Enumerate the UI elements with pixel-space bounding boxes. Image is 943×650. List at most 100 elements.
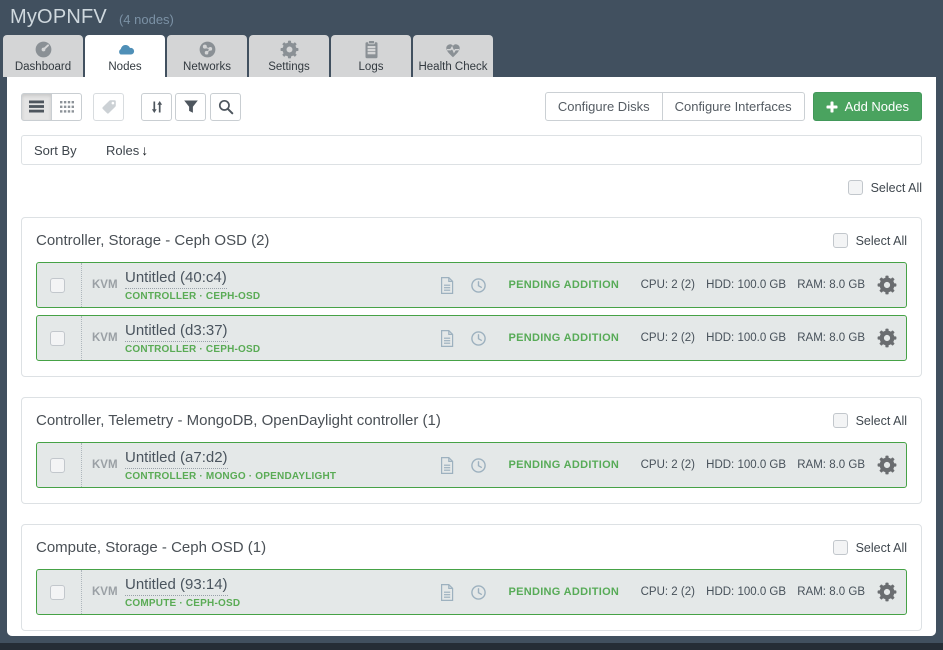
- environment-title: MyOPNFV: [10, 6, 107, 29]
- cpu-stat: CPU: 2 (2): [641, 332, 695, 344]
- select-all-label: Select All: [856, 541, 907, 555]
- environment-header: MyOPNFV (4 nodes): [0, 0, 943, 35]
- history-icon[interactable]: [470, 277, 487, 294]
- node-checkbox[interactable]: [50, 331, 65, 346]
- clipboard-icon: [363, 40, 380, 59]
- node-row[interactable]: KVM Untitled (d3:37) CONTROLLER · CEPH-O…: [36, 315, 907, 361]
- group-title: Compute, Storage - Ceph OSD (1): [36, 539, 266, 556]
- node-count: (4 nodes): [119, 12, 174, 27]
- node-details-icon[interactable]: [439, 583, 455, 602]
- history-icon[interactable]: [470, 584, 487, 601]
- tab-dashboard[interactable]: Dashboard: [3, 35, 83, 77]
- node-stats: CPU: 2 (2) HDD: 100.0 GB RAM: 8.0 GB: [641, 332, 865, 344]
- divider: [81, 443, 82, 487]
- tab-label: Health Check: [418, 61, 487, 73]
- history-icon[interactable]: [470, 330, 487, 347]
- filter-nodes-button[interactable]: [175, 93, 206, 121]
- hypervisor-label: KVM: [92, 586, 120, 598]
- tab-label: Settings: [268, 61, 310, 73]
- hdd-stat: HDD: 100.0 GB: [706, 586, 786, 598]
- node-row[interactable]: KVM Untitled (40:c4) CONTROLLER · CEPH-O…: [36, 262, 907, 308]
- nodes-toolbar: Configure Disks Configure Interfaces Add…: [21, 92, 922, 121]
- select-all-checkbox[interactable]: [848, 180, 863, 195]
- node-name[interactable]: Untitled (93:14): [125, 576, 228, 596]
- sort-nodes-button[interactable]: [141, 93, 172, 121]
- history-icon[interactable]: [470, 457, 487, 474]
- gear-icon: [280, 40, 299, 59]
- group-title: Controller, Storage - Ceph OSD (2): [36, 232, 269, 249]
- node-settings-gear-icon[interactable]: [877, 275, 897, 295]
- node-checkbox[interactable]: [50, 585, 65, 600]
- node-settings-gear-icon[interactable]: [877, 582, 897, 602]
- divider: [81, 570, 82, 614]
- node-details-icon[interactable]: [439, 276, 455, 295]
- node-details-icon[interactable]: [439, 456, 455, 475]
- tab-label: Networks: [183, 61, 231, 73]
- configure-disks-button[interactable]: Configure Disks: [545, 92, 663, 121]
- select-all-nodes[interactable]: Select All: [848, 180, 922, 195]
- node-roles: CONTROLLER · MONGO · OPENDAYLIGHT: [125, 471, 439, 482]
- node-settings-gear-icon[interactable]: [877, 328, 897, 348]
- hdd-stat: HDD: 100.0 GB: [706, 279, 786, 291]
- node-row[interactable]: KVM Untitled (93:14) COMPUTE · CEPH-OSD …: [36, 569, 907, 615]
- group-select-all[interactable]: Select All: [833, 233, 907, 248]
- tab-networks[interactable]: Networks: [167, 35, 247, 77]
- node-management-buttons: Configure Disks Configure Interfaces Add…: [545, 92, 922, 121]
- hdd-stat: HDD: 100.0 GB: [706, 459, 786, 471]
- node-name[interactable]: Untitled (40:c4): [125, 269, 227, 289]
- select-all-row: Select All: [21, 180, 922, 195]
- node-stats: CPU: 2 (2) HDD: 100.0 GB RAM: 8.0 GB: [641, 459, 865, 471]
- cpu-stat: CPU: 2 (2): [641, 459, 695, 471]
- grid-view-icon: [60, 101, 74, 113]
- hypervisor-label: KVM: [92, 332, 120, 344]
- sort-bar: Sort By Roles ↓: [21, 135, 922, 165]
- sort-direction-arrow-icon[interactable]: ↓: [141, 143, 148, 157]
- list-view-icon: [29, 100, 44, 113]
- node-group: Controller, Storage - Ceph OSD (2) Selec…: [21, 217, 922, 377]
- node-details-icon[interactable]: [439, 329, 455, 348]
- group-select-all[interactable]: Select All: [833, 540, 907, 555]
- list-view-button[interactable]: [21, 93, 52, 121]
- tab-logs[interactable]: Logs: [331, 35, 411, 77]
- group-select-all[interactable]: Select All: [833, 413, 907, 428]
- cloud-icon: [115, 40, 136, 59]
- node-stats: CPU: 2 (2) HDD: 100.0 GB RAM: 8.0 GB: [641, 279, 865, 291]
- tab-settings[interactable]: Settings: [249, 35, 329, 77]
- node-checkbox[interactable]: [50, 458, 65, 473]
- sort-criterion[interactable]: Roles ↓: [106, 143, 148, 158]
- select-all-label: Select All: [856, 234, 907, 248]
- node-settings-gear-icon[interactable]: [877, 455, 897, 475]
- divider: [81, 316, 82, 360]
- gauge-icon: [34, 40, 53, 59]
- node-roles: COMPUTE · CEPH-OSD: [125, 598, 439, 609]
- node-name[interactable]: Untitled (a7:d2): [125, 449, 228, 469]
- hypervisor-label: KVM: [92, 459, 120, 471]
- node-checkbox[interactable]: [50, 278, 65, 293]
- divider: [81, 263, 82, 307]
- node-roles: CONTROLLER · CEPH-OSD: [125, 291, 439, 302]
- configure-interfaces-button[interactable]: Configure Interfaces: [662, 92, 805, 121]
- sort-criterion-label: Roles: [106, 143, 139, 158]
- filter-icon: [183, 99, 199, 114]
- grid-view-button[interactable]: [51, 93, 82, 121]
- group-select-all-checkbox[interactable]: [833, 540, 848, 555]
- group-select-all-checkbox[interactable]: [833, 413, 848, 428]
- node-row[interactable]: KVM Untitled (a7:d2) CONTROLLER · MONGO …: [36, 442, 907, 488]
- tab-health-check[interactable]: Health Check: [413, 35, 493, 77]
- node-name[interactable]: Untitled (d3:37): [125, 322, 228, 342]
- page-footer-strip: [0, 643, 943, 650]
- label-nodes-button: [93, 93, 124, 121]
- sort-by-label: Sort By: [34, 143, 106, 158]
- configure-group: Configure Disks Configure Interfaces: [545, 92, 805, 121]
- ram-stat: RAM: 8.0 GB: [797, 279, 865, 291]
- tab-label: Dashboard: [15, 61, 71, 73]
- status-badge: PENDING ADDITION: [487, 332, 641, 344]
- sort-icon: [149, 99, 165, 115]
- add-nodes-button[interactable]: Add Nodes: [813, 92, 922, 121]
- ram-stat: RAM: 8.0 GB: [797, 459, 865, 471]
- select-all-label: Select All: [856, 414, 907, 428]
- search-nodes-button[interactable]: [210, 93, 241, 121]
- group-select-all-checkbox[interactable]: [833, 233, 848, 248]
- tab-nodes[interactable]: Nodes: [85, 35, 165, 77]
- hypervisor-label: KVM: [92, 279, 120, 291]
